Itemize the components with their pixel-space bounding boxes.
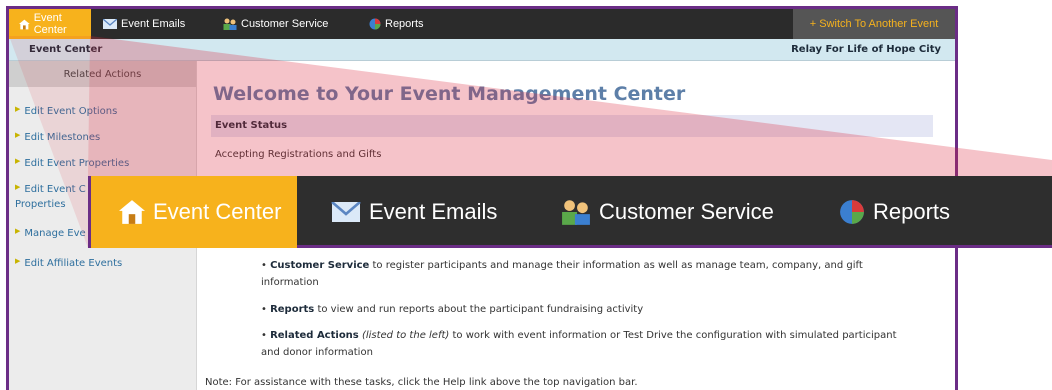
- nav-tab-customer-service[interactable]: Customer Service: [223, 9, 328, 39]
- zoom-tab-label: Customer Service: [599, 199, 774, 224]
- sidebar-item-label: Edit Affiliate Events: [24, 258, 123, 269]
- zoom-tab-reports[interactable]: Reports: [839, 176, 950, 248]
- top-navigation-bar: Event Center Event Emails Customer Servi…: [9, 9, 955, 39]
- sidebar-item-edit-event-options[interactable]: ▶ Edit Event Options: [15, 105, 117, 117]
- sidebar-item-label: Edit Milestones: [24, 132, 101, 143]
- help-note: Note: For assistance with these tasks, c…: [205, 377, 638, 388]
- sidebar-item-label: Edit Event C: [24, 184, 86, 195]
- list-item: • Reports to view and run reports about …: [261, 304, 644, 315]
- nav-tab-event-emails[interactable]: Event Emails: [103, 9, 185, 39]
- breadcrumb: Event Center: [29, 44, 103, 55]
- nav-tab-event-center[interactable]: Event Center: [9, 9, 91, 39]
- bullet-term: Reports: [270, 304, 315, 315]
- envelope-icon: [103, 19, 117, 29]
- bullet-text: to work with event information or Test D…: [449, 330, 897, 341]
- people-icon: [223, 18, 237, 30]
- list-item: • Customer Service to register participa…: [261, 260, 863, 288]
- switch-event-label: + Switch To Another Event: [809, 18, 939, 30]
- zoomed-navigation-bar: Event Center Event Emails Customer Servi…: [88, 176, 1052, 248]
- home-icon: [19, 19, 30, 29]
- sidebar-item-edit-milestones[interactable]: ▶ Edit Milestones: [15, 131, 100, 143]
- nav-tab-label: Reports: [385, 18, 424, 30]
- arrow-bullet-icon: ▶: [15, 131, 21, 139]
- breadcrumb-bar: Event Center Relay For Life of Hope City: [9, 39, 955, 61]
- sidebar-heading: Related Actions: [9, 61, 196, 87]
- pie-chart-icon: [369, 18, 381, 30]
- sidebar-item-label: Edit Event Options: [24, 106, 118, 117]
- arrow-bullet-icon: ▶: [15, 157, 21, 165]
- home-icon: [119, 200, 145, 224]
- bullet-term: Customer Service: [270, 260, 370, 271]
- event-name: Relay For Life of Hope City: [791, 44, 941, 55]
- event-status-text: Accepting Registrations and Gifts: [215, 149, 382, 160]
- event-status-heading: Event Status: [211, 115, 933, 137]
- bullet-text: to register participants and manage thei…: [369, 260, 863, 271]
- sidebar-item-label: Edit Event Properties: [24, 158, 130, 169]
- list-item: • Related Actions (listed to the left) t…: [261, 330, 897, 358]
- nav-tab-label: Customer Service: [241, 18, 329, 30]
- zoom-tab-label: Event Emails: [369, 199, 498, 224]
- sidebar-item-label-continued[interactable]: Properties: [15, 199, 66, 210]
- bullet-text-continued: information: [261, 277, 319, 288]
- zoom-tab-label: Reports: [873, 199, 951, 224]
- zoom-tab-event-center[interactable]: Event Center: [91, 176, 297, 248]
- bullet-text: to view and run reports about the partic…: [314, 304, 644, 315]
- pie-chart-icon: [840, 200, 864, 224]
- sidebar-item-label: Manage Eve: [24, 228, 86, 239]
- bullet-term: Related Actions: [270, 330, 359, 341]
- arrow-bullet-icon: ▶: [15, 227, 21, 235]
- nav-tab-label: Event Emails: [121, 18, 186, 30]
- page-title: Welcome to Your Event Management Center: [213, 83, 686, 105]
- arrow-bullet-icon: ▶: [15, 105, 21, 113]
- nav-tab-reports[interactable]: Reports: [369, 9, 424, 39]
- zoom-tab-event-emails[interactable]: Event Emails: [331, 176, 497, 248]
- envelope-icon: [331, 202, 361, 222]
- sidebar-item-edit-event-custom-properties[interactable]: ▶ Edit Event C: [15, 183, 86, 195]
- bullet-text-continued: and donor information: [261, 347, 373, 358]
- sidebar-item-edit-event-properties[interactable]: ▶ Edit Event Properties: [15, 157, 129, 169]
- arrow-bullet-icon: ▶: [15, 257, 21, 265]
- nav-tab-label: Event Center: [33, 12, 67, 36]
- zoom-tab-customer-service[interactable]: Customer Service: [561, 176, 774, 248]
- switch-event-button[interactable]: + Switch To Another Event: [793, 9, 955, 39]
- arrow-bullet-icon: ▶: [15, 183, 21, 191]
- zoom-tab-label: Event Center: [153, 199, 282, 224]
- bullet-italic: (listed to the left): [358, 330, 450, 341]
- people-icon: [562, 200, 590, 225]
- sidebar-item-edit-affiliate-events[interactable]: ▶ Edit Affiliate Events: [15, 257, 122, 269]
- sidebar-item-manage-events[interactable]: ▶ Manage Eve: [15, 227, 86, 239]
